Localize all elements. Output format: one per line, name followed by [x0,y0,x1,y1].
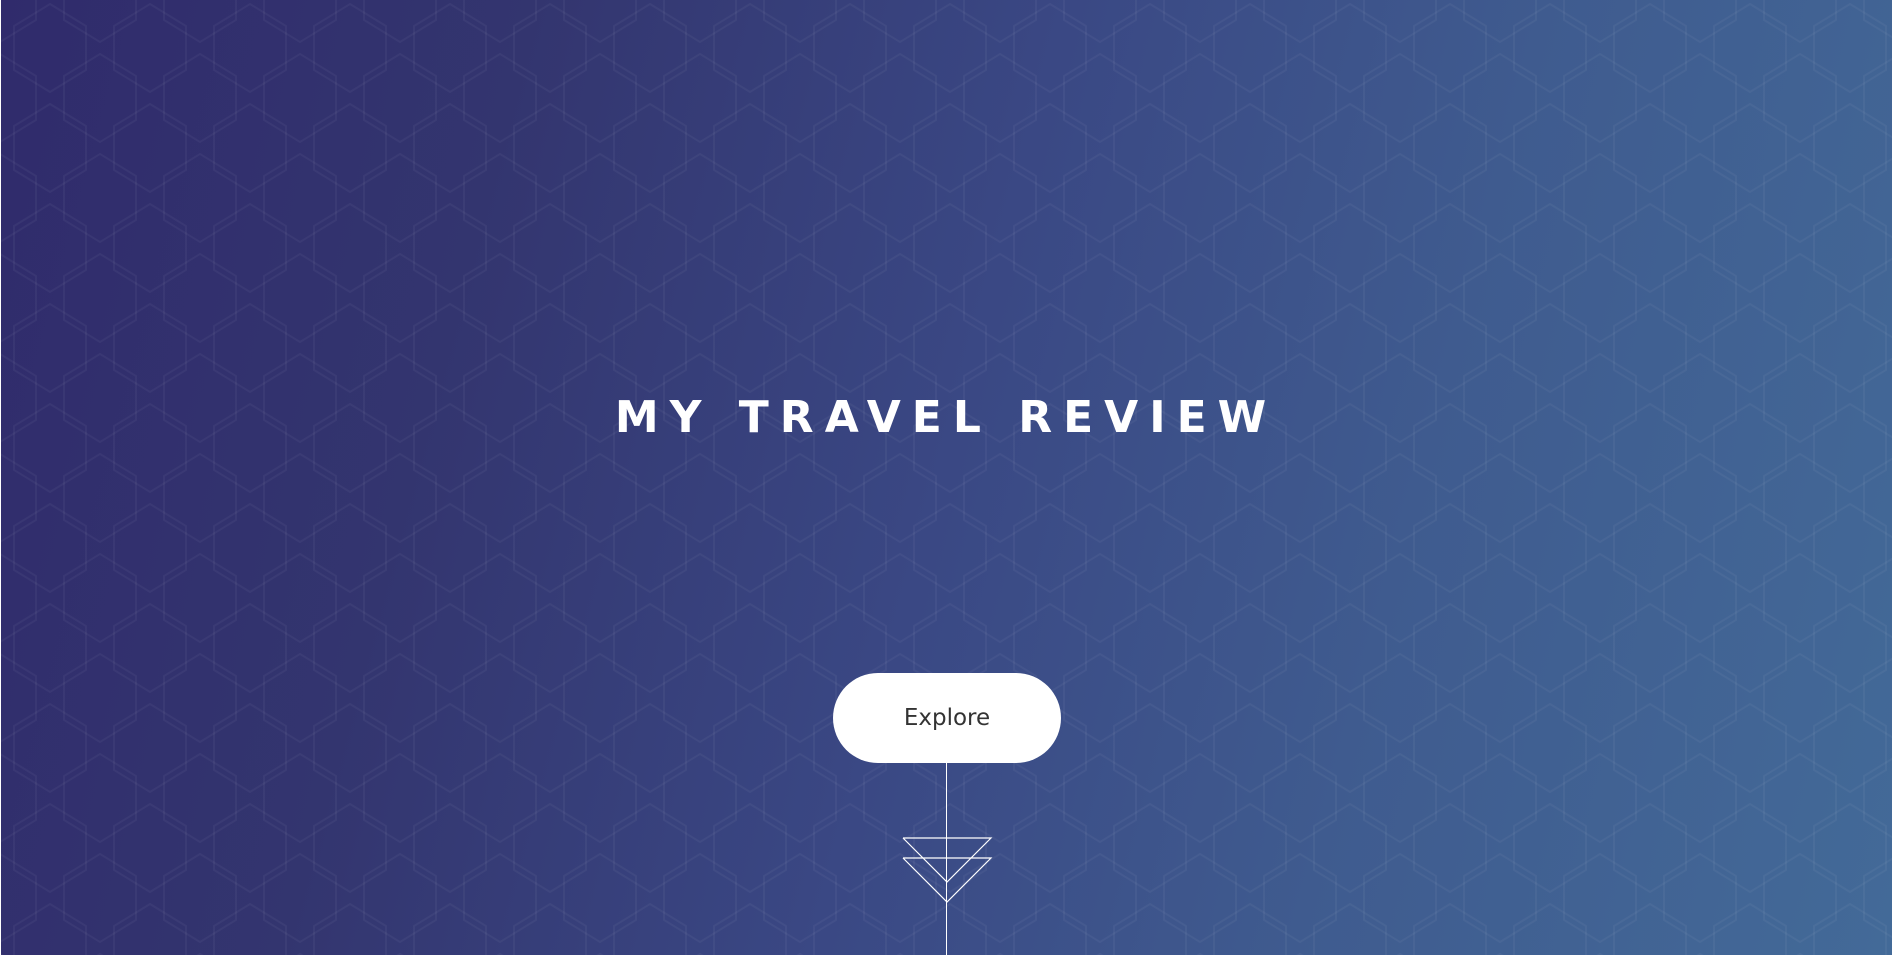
double-chevron-down-icon[interactable] [900,836,994,906]
explore-button[interactable]: Explore [833,673,1061,763]
page-left-border [0,0,1,955]
page-title: MY TRAVEL REVIEW [614,392,1278,443]
hero-section: MY TRAVEL REVIEW Explore [0,0,1892,955]
